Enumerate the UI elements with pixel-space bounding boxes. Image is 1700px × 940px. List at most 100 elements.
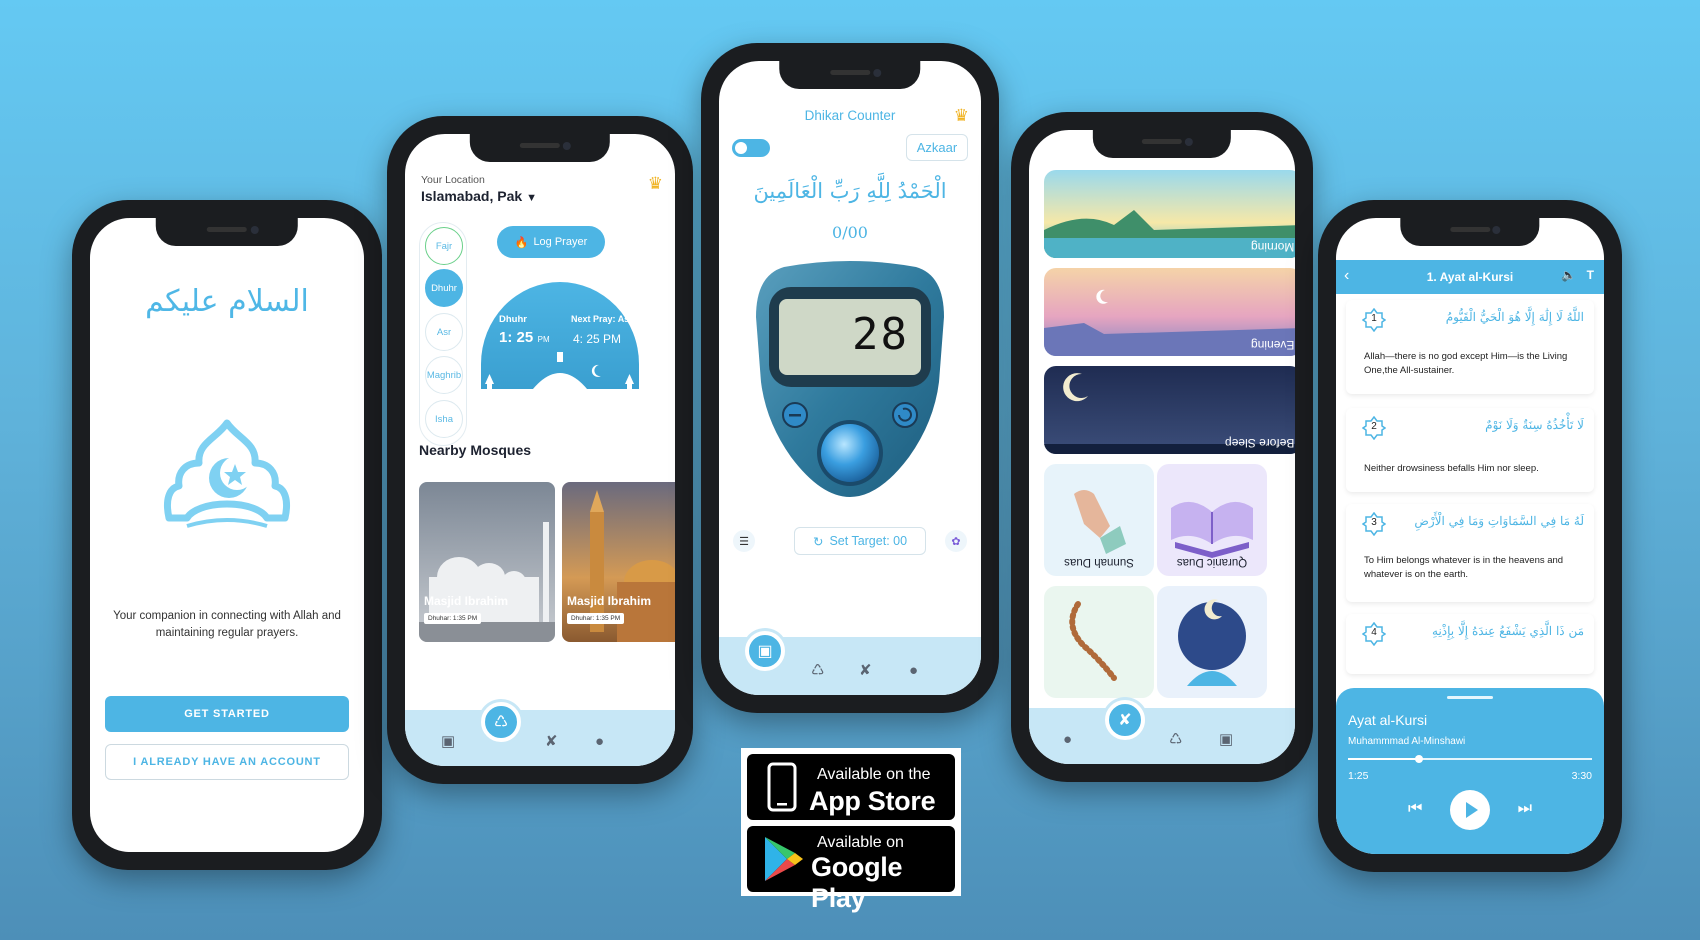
verse-number: 2 (1361, 415, 1387, 441)
dua-banner-evening[interactable]: Evening (1044, 268, 1295, 356)
crown-icon[interactable]: ♛ (954, 106, 969, 126)
drag-handle[interactable] (1447, 696, 1493, 699)
dhikr-progress: 0/00 (832, 223, 868, 242)
set-target-label: Set Target: 00 (829, 534, 908, 548)
dua-tile-quranic[interactable]: Quranic Duas (1157, 464, 1267, 576)
mosque-card[interactable]: Masjid Ibrahim Dhuhar: 1:35 PM (419, 482, 555, 642)
nav-quran-icon[interactable]: ✘ (1105, 700, 1145, 740)
prayer-isha[interactable]: Isha (425, 400, 463, 438)
progress-fill (1348, 758, 1419, 760)
player-reciter: Muhammmad Al-Minshawi (1348, 736, 1466, 747)
verse-number-text: 4 (1371, 627, 1377, 638)
verse-number: 1 (1361, 307, 1387, 333)
dua-banner-morning[interactable]: Morning (1044, 170, 1295, 258)
mosque-prayer-time: Dhuhar: 1:35 PM (567, 613, 625, 624)
prayer-beads-icon (1069, 601, 1117, 681)
google-play-badge[interactable]: Available on Google Play (747, 826, 955, 913)
phone-home: Your Location Islamabad, Pak ▼ ♛ Fajr Dh… (387, 116, 693, 784)
bottom-nav: ▣ ♺ ✘ ● (719, 631, 981, 695)
nav-prayer-icon[interactable]: ♺ (481, 702, 521, 742)
phone-duas: Morning Evening Before Sleep Sunnah Duas… (1011, 112, 1313, 782)
notch (779, 61, 921, 89)
verse-arabic: لَهُ مَا فِي السَّمَاوَاتِ وَمَا فِي الْ… (1414, 514, 1584, 528)
current-prayer-ampm: PM (537, 335, 550, 344)
prayer-dhuhr[interactable]: Dhuhr (425, 269, 463, 307)
elapsed-time: 1:25 (1348, 770, 1369, 782)
google-play-big: Google Play (811, 852, 903, 913)
verse-number: 4 (1361, 621, 1387, 647)
dhikr-title: Dhikar Counter (804, 108, 896, 123)
azkaar-button[interactable]: Azkaar (906, 134, 968, 161)
nearby-mosques-title: Nearby Mosques (419, 442, 532, 458)
mode-toggle[interactable] (732, 139, 770, 157)
count-button[interactable] (821, 424, 879, 482)
verse-card: 2 لَا تَأْخُذُهُ سِنَةٌ وَلَا نَوْمٌ Nei… (1346, 408, 1594, 492)
current-prayer-time: 1: 25 (499, 329, 534, 346)
text-size-icon[interactable]: T (1587, 268, 1594, 282)
nav-prayer-icon[interactable]: ♺ (1169, 730, 1182, 748)
next-prayer-label: Next Pray: Asr (571, 314, 633, 324)
palette-icon[interactable]: ✿ (945, 530, 967, 552)
nav-counter-icon[interactable]: ▣ (441, 732, 455, 750)
dua-banner-sleep[interactable]: Before Sleep (1044, 366, 1295, 454)
location-selector[interactable]: Islamabad, Pak ▼ (421, 188, 537, 204)
phone-dhikr: Dhikar Counter ♛ Azkaar الْحَمْدُ لِلَّه… (701, 43, 999, 713)
mosque-logo-icon (163, 419, 291, 528)
app-store-badge[interactable]: Available on the App Store (747, 754, 955, 820)
verse-arabic: مَن ذَا الَّذِي يَشْفَعُ عِندَهُ إِلَّا … (1432, 624, 1584, 638)
nav-profile-icon[interactable]: ● (909, 662, 918, 679)
progress-knob[interactable] (1414, 755, 1423, 763)
get-started-button[interactable]: GET STARTED (105, 696, 349, 732)
prayer-fajr[interactable]: Fajr (425, 227, 463, 265)
verse-arabic: لَا تَأْخُذُهُ سِنَةٌ وَلَا نَوْمٌ (1485, 418, 1584, 432)
verse-number: 3 (1361, 511, 1387, 537)
player-title: Ayat al-Kursi (1348, 712, 1428, 728)
quran-header: ‹ 1. Ayat al-Kursi 🔈 T (1336, 260, 1604, 294)
dua-tile-tasbih[interactable] (1044, 586, 1154, 698)
dhikr-verse: الْحَمْدُ لِلَّهِ رَبِّ الْعَالَمِينَ (753, 179, 947, 203)
prayer-maghrib[interactable]: Maghrib (425, 356, 463, 394)
mosque-card[interactable]: Masjid Ibrahim Dhuhar: 1:35 PM (562, 482, 675, 642)
list-icon[interactable]: ☰ (733, 530, 755, 552)
next-prayer-time: 4: 25 PM (573, 332, 622, 346)
notch (155, 218, 299, 246)
mosque-silhouette-icon (481, 282, 639, 434)
nav-profile-icon[interactable]: ● (1063, 731, 1072, 748)
nav-counter-icon[interactable]: ▣ (1219, 730, 1233, 748)
previous-icon[interactable]: ⏮ (1408, 800, 1422, 818)
bottom-nav: ● ✘ ♺ ▣ (1029, 700, 1295, 764)
verse-translation: Allah—there is no god except Him—is the … (1364, 351, 1568, 376)
current-prayer-name: Dhuhr (499, 314, 527, 325)
notch (1400, 218, 1540, 246)
dua-tile-praying[interactable] (1157, 586, 1267, 698)
nav-profile-icon[interactable]: ● (595, 733, 604, 750)
log-prayer-button[interactable]: 🔥 Log Prayer (497, 226, 605, 258)
nav-counter-icon[interactable]: ▣ (745, 631, 785, 671)
verse-card: 4 مَن ذَا الَّذِي يَشْفَعُ عِندَهُ إِلَّ… (1346, 614, 1594, 674)
verse-card: 1 اللَّهُ لَا إِلَٰهَ إِلَّا هُوَ الْحَي… (1346, 300, 1594, 394)
play-button[interactable] (1450, 790, 1490, 830)
next-icon[interactable]: ⏭ (1518, 800, 1532, 818)
nav-quran-icon[interactable]: ✘ (545, 732, 558, 750)
phone-icon (767, 762, 797, 812)
mosque-prayer-time: Dhuhar: 1:35 PM (424, 613, 482, 624)
reset-button[interactable] (891, 401, 919, 429)
dua-banner-label: Before Sleep (1224, 436, 1294, 450)
speaker-icon[interactable]: 🔈 (1561, 268, 1576, 282)
verse-translation: To Him belongs whatever is in the heaven… (1364, 555, 1564, 580)
verse-translation: Neither drowsiness befalls Him nor sleep… (1364, 463, 1539, 474)
welcome-screen: السلام عليكم Your companion in connectin… (90, 218, 364, 852)
duas-screen: Morning Evening Before Sleep Sunnah Duas… (1029, 130, 1295, 764)
nav-quran-icon[interactable]: ✘ (859, 661, 872, 679)
nav-prayer-icon[interactable]: ♺ (811, 661, 824, 679)
notch (1092, 130, 1232, 158)
have-account-button[interactable]: I ALREADY HAVE AN ACCOUNT (105, 744, 349, 780)
crown-icon[interactable]: ♛ (648, 174, 663, 194)
dua-tile-sunnah[interactable]: Sunnah Duas (1044, 464, 1154, 576)
prayer-asr[interactable]: Asr (425, 313, 463, 351)
progress-slider[interactable] (1348, 755, 1592, 763)
set-target-button[interactable]: ↻ Set Target: 00 (794, 527, 926, 555)
decrement-button[interactable] (781, 401, 809, 429)
notch (469, 134, 611, 162)
verse-number-text: 1 (1371, 313, 1377, 324)
